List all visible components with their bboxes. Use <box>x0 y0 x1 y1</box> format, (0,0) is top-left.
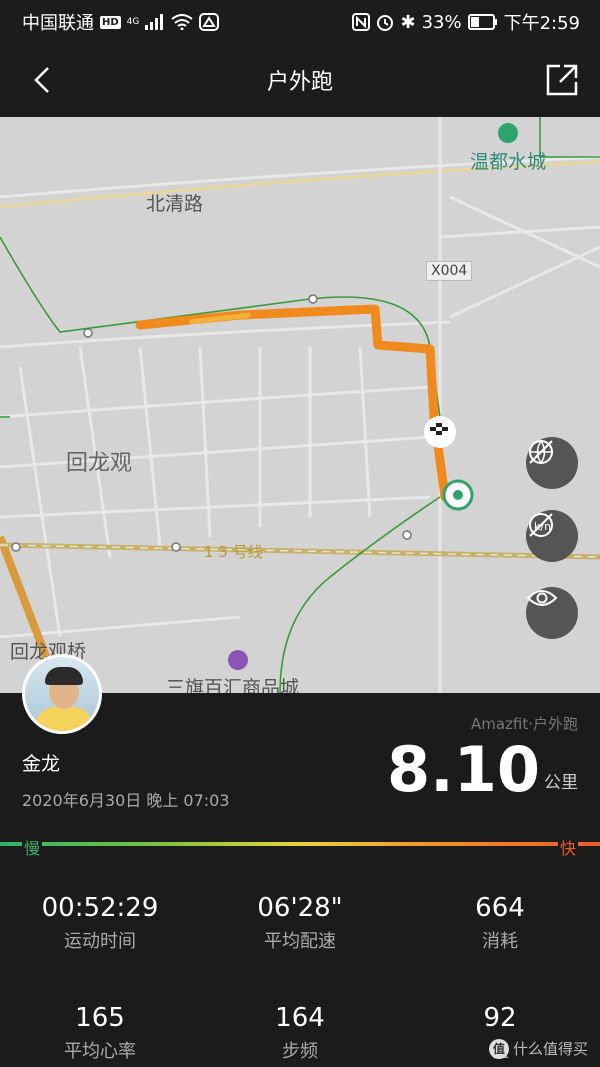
stat-calories: 664 消耗 <box>400 893 600 953</box>
clock: 下午2:59 <box>503 13 580 34</box>
workout-panel: Amazfit·户外跑 金龙 2020年6月30日 晚上 07:03 8.10 … <box>0 693 600 1067</box>
stat-label: 消耗 <box>482 931 518 952</box>
nav-bar: 户外跑 <box>0 40 600 117</box>
map-label-x004: X004 <box>426 261 473 281</box>
watermark-icon: 值 <box>488 1038 509 1059</box>
stat-label: 运动时间 <box>64 931 136 952</box>
stat-value: 664 <box>475 893 525 923</box>
signal-icon <box>145 14 164 30</box>
route-map[interactable]: 温都水城 北清路 X004 回龙观 1 3 号线 回龙观桥 三旗百汇商品城 k/… <box>0 117 600 693</box>
share-button[interactable] <box>544 62 580 98</box>
map-label-sanqi: 三旗百汇商品城 <box>166 677 300 693</box>
stat-label: 步频 <box>282 1041 318 1062</box>
distance-value: 8.10 <box>387 733 540 806</box>
bluetooth-icon: ✱ <box>400 11 416 33</box>
workout-date: 2020年6月30日 晚上 07:03 <box>22 791 230 810</box>
pace-slow-label: 慢 <box>22 835 43 859</box>
km-off-icon: k/n <box>529 513 553 537</box>
globe-off-icon <box>529 440 553 464</box>
distance-unit: 公里 <box>544 773 578 793</box>
stat-value: 00:52:29 <box>41 893 159 923</box>
stat-label: 平均心率 <box>64 1041 136 1062</box>
stat-duration: 00:52:29 运动时间 <box>0 893 200 953</box>
user-name: 金龙 <box>22 753 61 775</box>
stat-value: 164 <box>275 1003 325 1033</box>
wifi-icon <box>171 14 193 30</box>
stat-avg-heart-rate: 165 平均心率 <box>0 1003 200 1063</box>
stat-avg-pace: 06'28" 平均配速 <box>200 893 400 953</box>
km-marker-toggle-button[interactable]: k/n <box>526 510 578 562</box>
map-canvas <box>0 117 600 693</box>
map-label-huilongguan: 回龙观 <box>66 451 133 476</box>
share-icon <box>546 64 578 96</box>
nfc-icon <box>352 13 371 31</box>
eye-icon <box>526 590 558 606</box>
stat-cadence: 164 步频 <box>200 1003 400 1063</box>
alarm-icon <box>377 15 394 31</box>
app-notification-icon <box>199 13 220 31</box>
stat-label: 平均配速 <box>264 931 336 952</box>
page-title: 户外跑 <box>266 70 333 95</box>
stat-value: 06'28" <box>257 893 343 923</box>
watermark-text: 什么值得买 <box>512 1040 588 1058</box>
avatar[interactable] <box>22 654 102 734</box>
stat-value: 92 <box>483 1003 517 1033</box>
map-label-beiqing-road: 北清路 <box>146 193 204 215</box>
avatar-photo <box>25 657 99 731</box>
watermark: 值 什么值得买 <box>488 1038 588 1059</box>
pace-fast-label: 快 <box>557 835 578 859</box>
view-toggle-button[interactable] <box>526 587 578 639</box>
stat-value: 165 <box>75 1003 125 1033</box>
pace-gradient-bar <box>0 842 600 846</box>
distance: 8.10 公里 <box>387 739 578 801</box>
carrier-text: 中国联通 <box>22 13 94 34</box>
status-bar: 中国联通 HD 4G ✱ 33% 下午2:59 <box>0 0 600 40</box>
map-label-line13: 1 3 号线 <box>204 543 263 561</box>
battery-icon <box>467 14 497 30</box>
network-type: 4G <box>126 17 140 27</box>
battery-percent: 33% <box>421 11 462 33</box>
hd-badge: HD <box>100 15 121 29</box>
svg-text:k/n: k/n <box>534 520 551 533</box>
map-label-wendu: 温都水城 <box>470 151 547 173</box>
workout-source: Amazfit·户外跑 <box>470 715 578 733</box>
map-layer-toggle-button[interactable] <box>526 437 578 489</box>
